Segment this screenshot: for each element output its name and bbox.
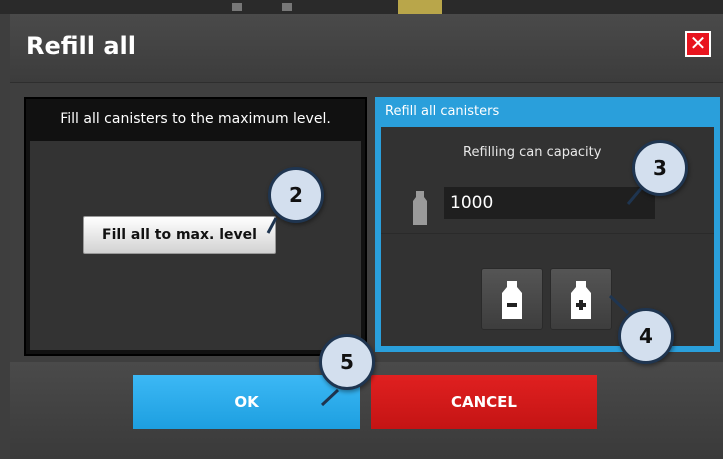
callout-arrow [266,184,646,407]
callout-marker-2: 2 [268,167,324,223]
callout-marker-3: 3 [632,140,688,196]
callout-marker-4: 4 [618,308,674,364]
callout-marker-5: 5 [319,334,375,390]
